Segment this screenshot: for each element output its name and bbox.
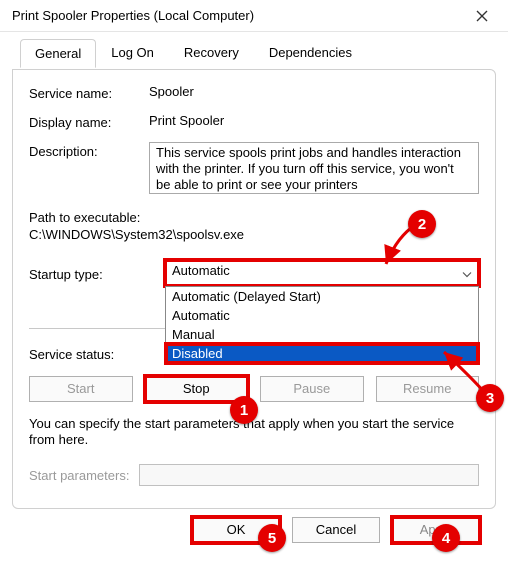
startup-option-disabled[interactable]: Disabled <box>166 344 478 363</box>
startup-type-value: Automatic <box>172 263 230 278</box>
callout-4: 4 <box>432 524 460 552</box>
tab-recovery[interactable]: Recovery <box>169 38 254 67</box>
callout-1: 1 <box>230 396 258 424</box>
pause-button[interactable]: Pause <box>260 376 364 402</box>
chevron-down-icon <box>462 266 472 281</box>
close-icon <box>476 10 488 22</box>
start-button[interactable]: Start <box>29 376 133 402</box>
startup-type-dropdown[interactable]: Automatic <box>165 260 479 286</box>
startup-option-manual[interactable]: Manual <box>166 325 478 344</box>
startup-type-options: Automatic (Delayed Start) Automatic Manu… <box>165 286 479 364</box>
display-name-label: Display name: <box>29 113 149 130</box>
service-status-label: Service status: <box>29 345 165 362</box>
display-name-value: Print Spooler <box>149 113 479 128</box>
tab-dependencies[interactable]: Dependencies <box>254 38 367 67</box>
window-title: Print Spooler Properties (Local Computer… <box>12 8 460 23</box>
service-name-label: Service name: <box>29 84 149 101</box>
tab-general[interactable]: General <box>20 39 96 68</box>
service-name-value: Spooler <box>149 84 479 99</box>
description-label: Description: <box>29 142 149 159</box>
description-line-1: This service spools print jobs and handl… <box>156 145 472 161</box>
description-textbox[interactable]: This service spools print jobs and handl… <box>149 142 479 194</box>
startup-option-auto-delayed[interactable]: Automatic (Delayed Start) <box>166 287 478 306</box>
tab-strip: General Log On Recovery Dependencies <box>20 38 496 67</box>
tab-logon[interactable]: Log On <box>96 38 169 67</box>
start-parameters-label: Start parameters: <box>29 468 129 483</box>
start-parameters-input <box>139 464 479 486</box>
description-line-2: with the printer. If you turn off this s… <box>156 161 472 177</box>
callout-5: 5 <box>258 524 286 552</box>
start-params-note: You can specify the start parameters tha… <box>29 416 479 448</box>
tab-panel-general: Service name: Spooler Display name: Prin… <box>12 69 496 509</box>
stop-button[interactable]: Stop <box>145 376 249 402</box>
description-line-3: be able to print or see your printers <box>156 177 472 193</box>
cancel-button[interactable]: Cancel <box>292 517 380 543</box>
startup-type-label: Startup type: <box>29 265 165 282</box>
close-button[interactable] <box>460 0 504 32</box>
callout-3: 3 <box>476 384 504 412</box>
startup-option-automatic[interactable]: Automatic <box>166 306 478 325</box>
callout-2: 2 <box>408 210 436 238</box>
